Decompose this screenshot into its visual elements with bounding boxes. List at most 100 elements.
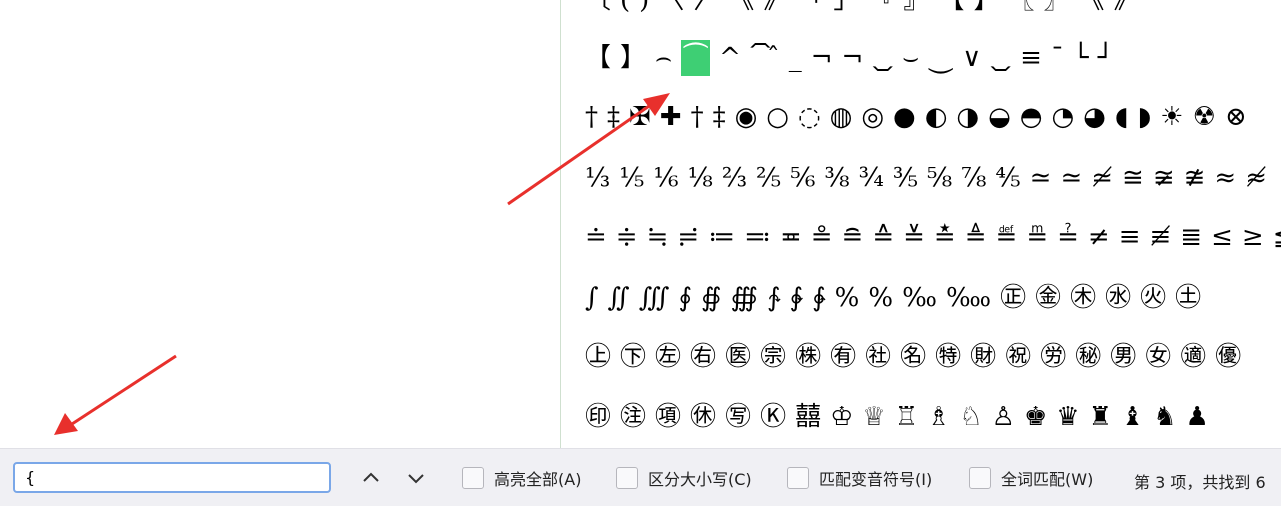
glyph-cell: ≗ <box>810 222 833 252</box>
glyph-cell: ≝ <box>995 222 1018 252</box>
glyph-cell: 【 <box>585 43 612 73</box>
glyph-cell: ≉ <box>1245 163 1268 193</box>
glyph-cell: ㊩ <box>725 342 752 372</box>
glyph-cell: ‱ <box>945 283 992 313</box>
glyph-cell: ㊓ <box>865 342 892 372</box>
glyph-cell: 囍 <box>795 402 822 432</box>
glyph-cell: 』 <box>903 0 930 15</box>
glyph-cell: ◎ <box>861 102 885 132</box>
glyph-cell: ≕ <box>744 222 771 252</box>
glyph-cell: ∳ <box>812 283 826 313</box>
glyph-cell: └ <box>1072 43 1089 73</box>
glyph-cell: ✚ <box>659 102 682 132</box>
glyph-cell: ∱ <box>767 283 781 313</box>
glyph-cell: ˉ <box>1050 43 1064 73</box>
glyph-cell: ㊦ <box>620 342 647 372</box>
glyph-cell: ≦ <box>1273 219 1281 255</box>
glyph-cell: ∨ <box>962 43 982 73</box>
glyph-cell: ㊝ <box>1215 342 1242 372</box>
glyph-cell: ≅ <box>1122 163 1144 193</box>
checkbox-box[interactable] <box>616 467 638 489</box>
glyph-cell: ○ <box>766 102 789 132</box>
glyph-cell: ∮ <box>678 283 692 313</box>
glyph-cell: _ <box>788 43 802 73</box>
glyph-cell: 〔 <box>585 0 612 15</box>
glyph-cell: ) <box>639 0 650 15</box>
glyph-cell: ♘ <box>959 402 983 432</box>
glyph-cell: ◓ <box>1019 102 1043 132</box>
glyph-cell: ∯ <box>700 283 722 313</box>
glyph-cell: ◕ <box>1083 102 1106 132</box>
glyph-cell: ㊗ <box>1005 342 1032 372</box>
checkbox-box[interactable] <box>462 467 484 489</box>
whole-words-checkbox[interactable]: 全词匹配(W) <box>969 466 1093 490</box>
glyph-cell: ◉ <box>734 102 758 132</box>
glyph-cell: ㊢ <box>725 402 752 432</box>
document-left-blank-area <box>0 0 560 448</box>
glyph-cell: ≣ <box>1180 222 1203 252</box>
glyph-row-5: ≐ ≑ ≒ ≓ ≔ ≕ ≖ ≗ ≘ ≙ ≚ ≛ ≜ ≝ ≞ ≟ ≠ ≡ ≢ ≣ ≤ ≥ ≦ <box>585 219 1281 255</box>
glyph-cell: 「 <box>798 0 825 15</box>
glyph-cell: ≡ <box>1020 43 1042 73</box>
glyph-cell: ≄ <box>1091 163 1114 193</box>
glyph-cell: ㊟ <box>620 402 647 432</box>
checkbox-box[interactable] <box>969 467 991 489</box>
glyph-cell: ㊙ <box>1075 342 1102 372</box>
glyph-row-2: 【】⌢⏜^⏠̂_¬¬⏡⌣⏝∨⏡≡ˉ└┘ <box>585 40 1122 76</box>
glyph-cell: ∬ <box>607 283 630 313</box>
glyph-cell: ≢ <box>1149 222 1172 252</box>
glyph-cell: ≓ <box>677 222 700 252</box>
glyph-cell: ㊪ <box>760 342 787 372</box>
glyph-cell: ㊡ <box>690 402 717 432</box>
glyph-row-6: ∫ ∬ ∭ ∮ ∯ ∰ ∱ ∲ ∳%% ‰ ‱ ㊣㊎㊍㊌㊋㊏ <box>585 280 1210 316</box>
glyph-cell: ≤ <box>1211 222 1233 252</box>
glyph-cell: ☀ <box>1160 102 1184 132</box>
find-input[interactable] <box>13 462 331 493</box>
glyph-cell: ㊚ <box>1110 342 1137 372</box>
chevron-up-icon <box>363 472 379 482</box>
glyph-cell: ㊤ <box>585 342 612 372</box>
glyph-cell: 〖 <box>1008 0 1035 15</box>
glyph-cell: 〗 <box>1043 0 1070 15</box>
glyph-cell: ⏡ <box>990 43 1012 73</box>
glyph-cell: ◔ <box>1051 102 1075 132</box>
glyph-cell: 」 <box>833 0 860 15</box>
glyph-cell: ⅓ <box>585 163 611 193</box>
find-previous-button[interactable] <box>356 463 386 493</box>
find-next-button[interactable] <box>401 463 431 493</box>
glyph-row-8: ㊞㊟㊠㊡㊢ Ⓚ 囍 ♔ ♕ ♖ ♗ ♘ ♙ ♚ ♛ ♜ ♝ ♞ ♟ <box>585 399 1218 435</box>
glyph-cell: ♙ <box>991 402 1015 432</box>
glyph-cell: ≟ <box>1057 222 1079 252</box>
glyph-cell: ♕ <box>862 402 886 432</box>
whole-words-label: 全词匹配(W) <box>1001 470 1094 489</box>
match-diacritics-checkbox[interactable]: 匹配变音符号(I) <box>787 466 932 490</box>
glyph-cell: ≇ <box>1183 163 1206 193</box>
glyph-cell: ⅕ <box>619 163 645 193</box>
glyph-cell: ¬ <box>841 43 864 73</box>
glyph-cell: 《 <box>1078 0 1105 15</box>
glyph-row-7: ㊤㊦㊧㊨㊩㊪㊑㊒㊓㊔㊕㊖㊗㊘㊙㊚㊛㊜㊝ <box>585 339 1250 375</box>
match-case-checkbox[interactable]: 区分大小写(C) <box>616 466 752 490</box>
glyph-cell: ㊠ <box>655 402 682 432</box>
glyph-cell: ‰ <box>902 283 937 313</box>
highlight-all-checkbox[interactable]: 高亮全部(A) <box>462 466 581 490</box>
glyph-cell: ㊨ <box>690 342 717 372</box>
glyph-cell: ㊌ <box>1105 283 1132 313</box>
glyph-cell: 】 <box>620 43 647 73</box>
glyph-cell: ∰ <box>730 283 759 313</box>
glyph-cell: ≆ <box>1152 163 1175 193</box>
glyph-cell: ㊏ <box>1175 283 1202 313</box>
glyph-cell: ≐ <box>585 222 607 252</box>
glyph-cell: ◌ <box>797 102 821 132</box>
glyph-cell: ‡ <box>607 102 620 132</box>
glyph-cell: ◖ <box>1114 102 1129 132</box>
glyph-cell: ≑ <box>615 222 638 252</box>
checkbox-box[interactable] <box>787 467 809 489</box>
glyph-cell: ≘ <box>841 222 864 252</box>
glyph-cell: ♚ <box>1023 402 1048 432</box>
glyph-cell: ≛ <box>933 222 956 252</box>
glyph-cell: ¬ <box>810 43 833 73</box>
glyph-cell: ◐ <box>924 102 948 132</box>
glyph-cell: ♖ <box>894 402 919 432</box>
glyph-cell: ⅚ <box>790 163 816 193</box>
